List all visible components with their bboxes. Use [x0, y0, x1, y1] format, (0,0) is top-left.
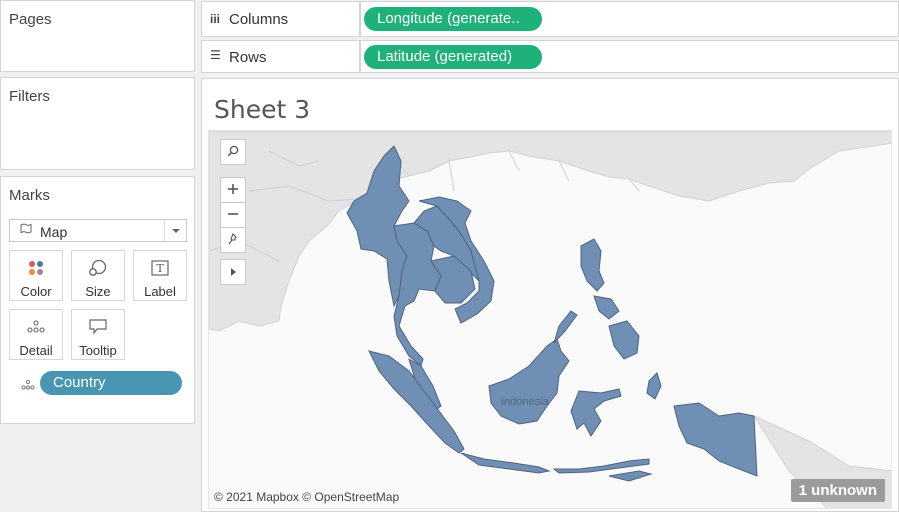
rows-icon: ☰	[210, 48, 221, 62]
country-philippines-palawan	[553, 310, 578, 344]
label-label: Label	[144, 284, 176, 299]
detail-label: Detail	[19, 343, 53, 358]
zoom-in-icon	[227, 182, 239, 199]
zoom-out-icon	[227, 207, 239, 224]
latitude-pill[interactable]: Latitude (generated)	[364, 45, 542, 69]
color-button[interactable]: Color	[9, 250, 63, 301]
filters-card[interactable]: Filters	[0, 77, 195, 170]
filters-title: Filters	[9, 88, 50, 105]
country-indonesia-papua	[673, 402, 758, 477]
country-indonesia-maluku	[646, 372, 662, 400]
tooltip-icon	[72, 318, 124, 336]
columns-shelf[interactable]: Longitude (generate..	[360, 1, 899, 37]
rows-shelf-label: ☰ Rows	[201, 40, 360, 73]
pin-icon	[227, 232, 239, 249]
country-philippines-luzon	[580, 238, 605, 292]
expand-toolbar-button[interactable]	[220, 259, 246, 285]
label-icon: T	[134, 259, 186, 277]
country-indonesia-sunda	[552, 458, 650, 474]
columns-icon: iii	[210, 12, 221, 26]
longitude-pill[interactable]: Longitude (generate..	[364, 7, 542, 31]
country-detail-pill[interactable]: Country	[40, 371, 182, 395]
unknown-indicator[interactable]: 1 unknown	[790, 479, 885, 502]
land-background	[209, 131, 891, 332]
tooltip-label: Tooltip	[79, 343, 117, 358]
tooltip-button[interactable]: Tooltip	[71, 309, 125, 360]
marks-title: Marks	[9, 187, 50, 204]
svg-text:T: T	[156, 262, 164, 275]
sheet-title[interactable]: Sheet 3	[214, 95, 310, 124]
color-label: Color	[20, 284, 52, 299]
mark-type-dropdown[interactable]: Map	[9, 219, 187, 242]
map-attribution[interactable]: © 2021 Mapbox © OpenStreetMap	[214, 490, 399, 504]
zoom-in-button[interactable]	[220, 177, 246, 203]
map-mark-icon	[20, 223, 32, 237]
map-svg: Indonesia	[209, 131, 891, 508]
search-icon	[227, 144, 239, 161]
country-indonesia-sulawesi	[570, 388, 622, 437]
country-philippines-mindanao	[608, 320, 640, 360]
label-button[interactable]: T Label	[133, 250, 187, 301]
mark-type-label: Map	[40, 224, 68, 240]
size-button[interactable]: Size	[71, 250, 125, 301]
columns-label: Columns	[229, 11, 289, 28]
chevron-down-icon[interactable]	[164, 220, 186, 241]
size-icon	[72, 259, 124, 277]
expand-toolbar-icon	[228, 264, 238, 281]
country-label-indonesia: Indonesia	[501, 396, 550, 408]
color-icon	[10, 259, 62, 277]
rows-label: Rows	[229, 49, 267, 66]
country-indonesia-java	[460, 452, 551, 474]
detail-icon	[10, 318, 62, 336]
country-borneo	[488, 338, 570, 425]
pages-title: Pages	[9, 11, 52, 28]
detail-button[interactable]: Detail	[9, 309, 63, 360]
country-timor	[608, 470, 653, 482]
size-label: Size	[85, 284, 111, 299]
pin-button[interactable]	[220, 227, 246, 253]
pages-card[interactable]: Pages	[0, 0, 195, 72]
zoom-out-button[interactable]	[220, 202, 246, 228]
country-philippines-visayas	[593, 295, 620, 320]
rows-shelf[interactable]: Latitude (generated)	[360, 40, 899, 73]
detail-icon	[21, 377, 35, 395]
map-canvas[interactable]: Indonesia © 2021 Mapbox © OpenStreetMap …	[208, 130, 892, 509]
search-button[interactable]	[220, 139, 246, 165]
worksheet-view: Sheet 3 Indonesia © 2021 Mapbox © OpenSt…	[201, 78, 899, 512]
columns-shelf-label: iii Columns	[201, 1, 360, 37]
